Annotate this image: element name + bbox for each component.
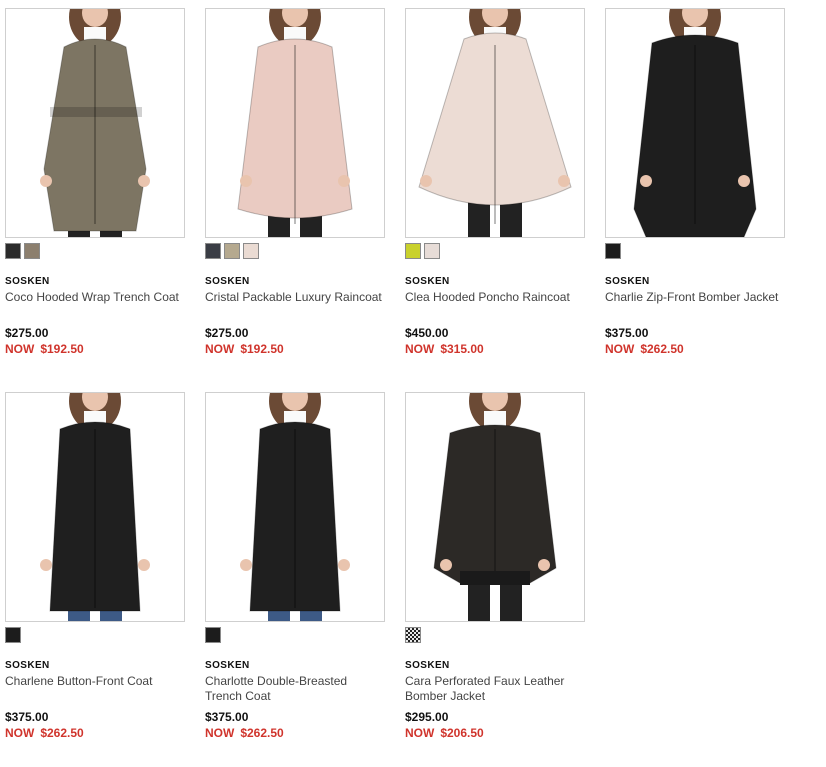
original-price: $375.00 (5, 710, 49, 724)
original-price: $275.00 (205, 326, 249, 340)
product-photo (633, 9, 757, 237)
sale-price: $315.00 (440, 342, 484, 356)
product-photo (237, 9, 353, 237)
product-name[interactable]: Charlie Zip-Front Bomber Jacket (605, 290, 791, 305)
color-swatch[interactable] (5, 243, 21, 259)
product-image[interactable] (205, 8, 385, 238)
color-swatch[interactable] (405, 627, 421, 643)
model-hand (40, 559, 52, 571)
product-brand: SOSKEN (5, 276, 50, 287)
color-swatches (405, 627, 424, 645)
product-photo (418, 9, 572, 237)
model-hand (138, 559, 150, 571)
sale-label: NOW (405, 726, 435, 740)
product-photo (240, 393, 350, 621)
sale-price-row: NOW $192.50 (5, 342, 84, 356)
model-hand (240, 175, 252, 187)
product-card[interactable]: SOSKEN Charlotte Double-Breasted Trench … (205, 392, 387, 740)
original-price: $295.00 (405, 710, 449, 724)
product-photo (40, 9, 150, 237)
coat-waistband (460, 571, 530, 585)
product-brand: SOSKEN (405, 276, 450, 287)
product-brand: SOSKEN (205, 276, 250, 287)
product-brand: SOSKEN (605, 276, 650, 287)
color-swatches (405, 243, 443, 261)
product-brand: SOSKEN (205, 660, 250, 671)
sale-price: $192.50 (40, 342, 84, 356)
color-swatch[interactable] (224, 243, 240, 259)
product-image[interactable] (405, 392, 585, 622)
original-price: $275.00 (5, 326, 49, 340)
color-swatch[interactable] (605, 243, 621, 259)
product-image[interactable] (605, 8, 785, 238)
sale-price-row: NOW $262.50 (205, 726, 284, 740)
model-hand (738, 175, 750, 187)
product-image[interactable] (5, 392, 185, 622)
original-price: $375.00 (205, 710, 249, 724)
model-hand (240, 559, 252, 571)
coat-belt (50, 107, 142, 117)
model-hand (138, 175, 150, 187)
sale-price-row: NOW $262.50 (5, 726, 84, 740)
sale-price-row: NOW $192.50 (205, 342, 284, 356)
sale-label: NOW (405, 342, 435, 356)
product-card[interactable]: SOSKEN Charlie Zip-Front Bomber Jacket $… (605, 8, 787, 356)
model-leg (500, 583, 522, 621)
model-hand (640, 175, 652, 187)
product-brand: SOSKEN (405, 660, 450, 671)
sale-price-row: NOW $315.00 (405, 342, 484, 356)
color-swatch[interactable] (205, 627, 221, 643)
color-swatch[interactable] (243, 243, 259, 259)
product-card[interactable]: SOSKEN Charlene Button-Front Coat $375.0… (5, 392, 187, 740)
color-swatch[interactable] (205, 243, 221, 259)
sale-price-row: NOW $262.50 (605, 342, 684, 356)
original-price: $450.00 (405, 326, 449, 340)
color-swatch[interactable] (24, 243, 40, 259)
product-image[interactable] (405, 8, 585, 238)
product-photo (433, 393, 557, 621)
sale-label: NOW (205, 342, 235, 356)
product-card[interactable]: SOSKEN Cara Perforated Faux Leather Bomb… (405, 392, 587, 740)
sale-label: NOW (5, 726, 35, 740)
product-card[interactable]: SOSKEN Cristal Packable Luxury Raincoat … (205, 8, 387, 356)
model-hand (558, 175, 570, 187)
color-swatch[interactable] (5, 627, 21, 643)
product-name[interactable]: Charlotte Double-Breasted Trench Coat (205, 674, 365, 704)
model-hand (40, 175, 52, 187)
color-swatches (205, 243, 262, 261)
sale-price: $262.50 (40, 726, 84, 740)
product-photo (40, 393, 150, 621)
product-card[interactable]: SOSKEN Coco Hooded Wrap Trench Coat $275… (5, 8, 187, 356)
model-hand (338, 559, 350, 571)
model-leg (468, 583, 490, 621)
sale-price: $262.50 (640, 342, 684, 356)
product-brand: SOSKEN (5, 660, 50, 671)
product-card[interactable]: SOSKEN Clea Hooded Poncho Raincoat $450.… (405, 8, 587, 356)
product-name[interactable]: Cristal Packable Luxury Raincoat (205, 290, 391, 305)
sale-label: NOW (5, 342, 35, 356)
color-swatches (605, 243, 624, 261)
product-name[interactable]: Cara Perforated Faux Leather Bomber Jack… (405, 674, 580, 704)
model-hand (440, 559, 452, 571)
color-swatch[interactable] (405, 243, 421, 259)
sale-label: NOW (605, 342, 635, 356)
color-swatches (5, 243, 43, 261)
color-swatch[interactable] (424, 243, 440, 259)
original-price: $375.00 (605, 326, 649, 340)
color-swatches (205, 627, 224, 645)
sale-price: $262.50 (240, 726, 284, 740)
sale-label: NOW (205, 726, 235, 740)
product-image[interactable] (205, 392, 385, 622)
model-hand (420, 175, 432, 187)
model-hand (338, 175, 350, 187)
sale-price: $206.50 (440, 726, 484, 740)
model-hand (538, 559, 550, 571)
sale-price: $192.50 (240, 342, 284, 356)
color-swatches (5, 627, 24, 645)
product-name[interactable]: Charlene Button-Front Coat (5, 674, 191, 689)
product-name[interactable]: Coco Hooded Wrap Trench Coat (5, 290, 191, 305)
product-name[interactable]: Clea Hooded Poncho Raincoat (405, 290, 591, 305)
sale-price-row: NOW $206.50 (405, 726, 484, 740)
product-image[interactable] (5, 8, 185, 238)
